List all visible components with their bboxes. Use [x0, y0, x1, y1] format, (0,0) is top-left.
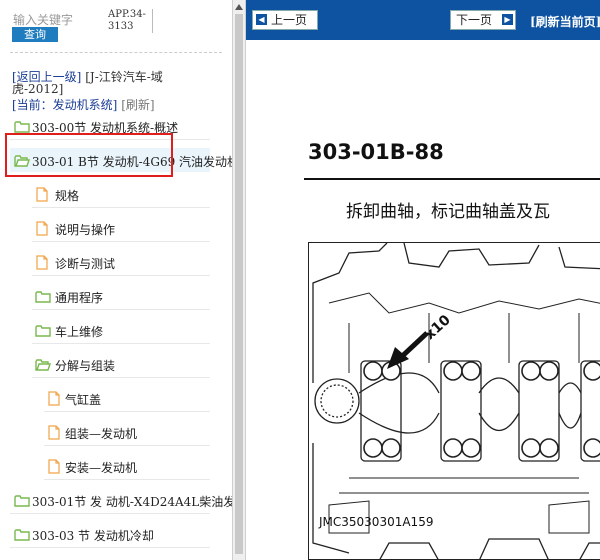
- document-icon: [48, 391, 60, 406]
- tree-item-in-vehicle-repair[interactable]: 车上维修: [0, 318, 232, 344]
- tree-item-specifications[interactable]: 规格: [0, 182, 232, 208]
- current-location: [当前：发动机系统] [刷新]: [12, 96, 155, 113]
- engine-illustration: x10 JMC35030301A159: [308, 242, 600, 560]
- document-view: 303-01B-88 拆卸曲轴，标记曲轴盖及瓦 x10 JMC35030301A…: [246, 40, 600, 560]
- document-icon: [36, 255, 48, 270]
- document-icon: [48, 459, 60, 474]
- folder-icon: [35, 291, 51, 303]
- arrow-left-icon: ◀: [256, 14, 267, 25]
- document-icon: [48, 425, 60, 440]
- next-page-label: 下一页: [456, 13, 493, 27]
- tree-item-cylinder-head[interactable]: 气缸盖: [0, 386, 232, 412]
- tree-item-303-03[interactable]: 303-03 节 发动机冷却: [0, 522, 232, 548]
- page-toolbar: ◀ 上一页 下一页 ▶ [刷新当前页]: [246, 0, 600, 40]
- crankshaft-diagram: x10: [312, 243, 600, 559]
- tree-item-description-operation[interactable]: 说明与操作: [0, 216, 232, 242]
- tree-item-assembly-engine[interactable]: 组装—发动机: [0, 420, 232, 446]
- folder-open-icon: [35, 359, 51, 371]
- folder-icon: [14, 495, 30, 507]
- callout-text: x10: [422, 312, 454, 343]
- tree-item-label: 303-01节 发 动机-X4D24A4L柴油发动机: [32, 495, 232, 509]
- row-divider: [10, 547, 210, 548]
- refresh-link[interactable]: [刷新]: [121, 98, 154, 112]
- tree-item-label: 分解与组装: [55, 359, 116, 373]
- folder-icon: [14, 529, 30, 541]
- next-page-button[interactable]: 下一页 ▶: [450, 10, 516, 30]
- title-rule: [304, 178, 600, 180]
- divider: [10, 52, 222, 53]
- document-icon: [36, 187, 48, 202]
- row-divider: [10, 513, 210, 514]
- tree-item-label: 车上维修: [55, 325, 104, 339]
- tree-item-label: 诊断与测试: [55, 257, 116, 271]
- tree-item-label: 通用程序: [55, 291, 104, 305]
- page-title: 303-01B-88: [308, 140, 444, 164]
- prev-page-button[interactable]: ◀ 上一页: [252, 10, 318, 30]
- app-code-label: APP.34-3133: [108, 9, 153, 33]
- document-icon: [36, 221, 48, 236]
- navigation-tree-panel: 输入关键字 查询 APP.34-3133 [返回上一级] [J-江铃汽车-域虎-…: [0, 0, 232, 560]
- tree-item-diagnosis-testing[interactable]: 诊断与测试: [0, 250, 232, 276]
- tree-item-label: 安装—发动机: [65, 461, 138, 475]
- breadcrumb: [返回上一级] [J-江铃汽车-域虎-2012]: [12, 71, 187, 95]
- tree-item-install-engine[interactable]: 安装—发动机: [0, 454, 232, 480]
- figure-caption: JMC35030301A159: [319, 515, 434, 529]
- tree-item-303-01-diesel[interactable]: 303-01节 发 动机-X4D24A4L柴油发动机: [0, 488, 232, 514]
- folder-icon: [35, 325, 51, 337]
- row-divider: [44, 479, 210, 480]
- tree-item-label: 组装—发动机: [65, 427, 138, 441]
- row-divider: [32, 377, 210, 378]
- row-divider: [44, 411, 210, 412]
- row-divider: [44, 445, 210, 446]
- current-label: [当前：发动机系统]: [12, 98, 118, 112]
- tree-item-general-procedures[interactable]: 通用程序: [0, 284, 232, 310]
- tree-item-disassembly-assembly[interactable]: 分解与组装: [0, 352, 232, 378]
- query-button[interactable]: 查询: [12, 27, 58, 42]
- refresh-page-link[interactable]: [刷新当前页]: [530, 13, 600, 30]
- tree-item-label: 规格: [55, 189, 80, 203]
- arrow-callout: x10: [387, 312, 454, 369]
- prev-page-label: 上一页: [271, 13, 308, 27]
- tree-item-label: 303-03 节 发动机冷却: [32, 529, 154, 543]
- row-divider: [32, 343, 210, 344]
- search-input[interactable]: 输入关键字: [13, 11, 73, 28]
- folder-icon: [14, 121, 30, 133]
- step-instruction: 拆卸曲轴，标记曲轴盖及瓦: [346, 202, 550, 222]
- highlight-box: [5, 133, 173, 177]
- row-divider: [32, 241, 210, 242]
- vertical-scrollbar[interactable]: [232, 0, 246, 560]
- tree-item-label: 气缸盖: [65, 393, 102, 407]
- scrollbar-thumb[interactable]: [235, 14, 243, 554]
- scroll-up-arrow-icon[interactable]: [235, 4, 243, 10]
- tree-item-label: 说明与操作: [55, 223, 116, 237]
- row-divider: [32, 275, 210, 276]
- arrow-right-icon: ▶: [502, 14, 513, 25]
- row-divider: [32, 309, 210, 310]
- row-divider: [32, 207, 210, 208]
